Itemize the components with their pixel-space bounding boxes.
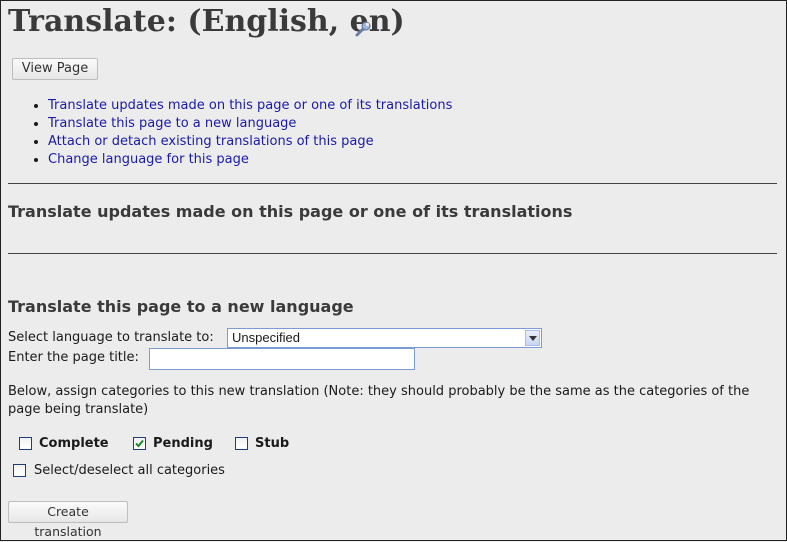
language-select-label: Select language to translate to: (8, 330, 214, 345)
window-frame (0, 0, 787, 541)
divider (8, 183, 777, 184)
checkbox-complete-label: Complete (39, 436, 109, 451)
action-links: Translate updates made on this page or o… (30, 97, 452, 169)
checkbox-pending-label: Pending (153, 436, 213, 451)
link-attach-detach[interactable]: Attach or detach existing translations o… (48, 134, 374, 149)
section-heading-new-language: Translate this page to a new language (8, 297, 354, 316)
wrench-icon[interactable] (354, 20, 372, 38)
checkmark-icon (135, 439, 144, 448)
page-title-label: Enter the page title: (8, 350, 139, 365)
list-item: Translate updates made on this page or o… (48, 97, 452, 115)
checkbox-stub-label: Stub (255, 436, 290, 451)
checkbox-select-all-label: Select/deselect all categories (34, 463, 225, 478)
list-item: Change language for this page (48, 151, 452, 169)
list-item: Attach or detach existing translations o… (48, 133, 452, 151)
checkbox-select-all[interactable] (13, 464, 26, 477)
create-translation-button[interactable]: Create translation (8, 501, 128, 539)
language-select-value: Unspecified (232, 330, 300, 345)
view-page-button[interactable]: View Page (12, 58, 98, 80)
language-select[interactable]: Unspecified (227, 328, 542, 348)
categories-note: Below, assign categories to this new tra… (8, 384, 750, 417)
checkbox-complete[interactable] (19, 437, 32, 450)
page-title: Translate: (English, en) (8, 4, 405, 39)
chevron-down-icon[interactable] (525, 330, 540, 346)
link-translate-new-language[interactable]: Translate this page to a new language (48, 116, 296, 131)
page-title-input[interactable] (149, 348, 415, 370)
section-heading-updates: Translate updates made on this page or o… (8, 202, 573, 221)
link-change-language[interactable]: Change language for this page (48, 152, 249, 167)
checkbox-stub[interactable] (235, 437, 248, 450)
checkbox-pending[interactable] (133, 437, 146, 450)
link-translate-updates[interactable]: Translate updates made on this page or o… (48, 98, 452, 113)
list-item: Translate this page to a new language (48, 115, 452, 133)
divider (8, 253, 777, 254)
